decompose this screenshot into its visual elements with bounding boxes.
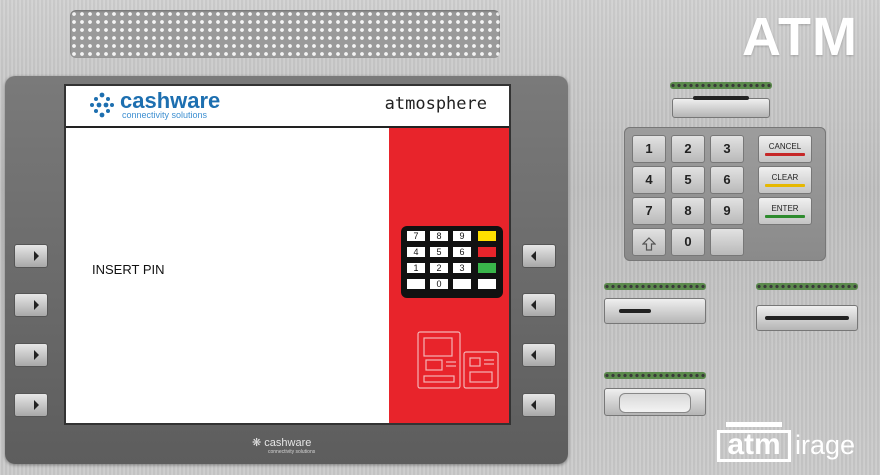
speaker-grille xyxy=(70,10,500,58)
atmirage-watermark: atm irage xyxy=(717,420,874,468)
blank-key[interactable] xyxy=(710,228,744,256)
enter-color-bar xyxy=(765,215,805,218)
atm-title: ATM xyxy=(742,7,858,67)
chevron-right-icon xyxy=(34,300,39,310)
enter-label: ENTER xyxy=(771,204,799,213)
key-7[interactable]: 7 xyxy=(632,197,666,225)
chevron-left-icon xyxy=(531,400,536,410)
mini-key xyxy=(406,278,426,290)
key-6[interactable]: 6 xyxy=(710,166,744,194)
chevron-left-icon xyxy=(531,350,536,360)
screen-header: cashware connectivity solutions atmosphe… xyxy=(66,86,509,128)
right-screen-button-2[interactable] xyxy=(522,293,556,317)
key-8[interactable]: 8 xyxy=(671,197,705,225)
bezel-brand-text: cashware xyxy=(264,437,312,449)
cashware-logo-icon xyxy=(90,92,114,118)
mini-enter-key xyxy=(477,262,497,274)
chevron-right-icon xyxy=(34,251,39,261)
card-reader-slot[interactable] xyxy=(672,96,770,118)
deposit-slot-opening xyxy=(619,393,691,413)
chevron-left-icon xyxy=(531,300,536,310)
cancel-button[interactable]: CANCEL xyxy=(758,135,812,163)
left-screen-button-2[interactable] xyxy=(14,293,48,317)
key-4[interactable]: 4 xyxy=(632,166,666,194)
cash-slot-opening xyxy=(619,309,651,313)
mini-clear-key xyxy=(477,246,497,258)
product-name: atmosphere xyxy=(384,94,487,114)
enter-button[interactable]: ENTER xyxy=(758,197,812,225)
deposit-slot-led xyxy=(604,372,706,379)
mini-key xyxy=(452,278,472,290)
mini-key: 1 xyxy=(406,262,426,274)
key-3[interactable]: 3 xyxy=(710,135,744,163)
card-reader-led xyxy=(670,82,772,89)
mini-cancel-key xyxy=(477,230,497,242)
clear-button[interactable]: CLEAR xyxy=(758,166,812,194)
atm-screen: cashware connectivity solutions atmosphe… xyxy=(64,84,511,425)
receipt-slot-led xyxy=(756,283,858,290)
chevron-left-icon xyxy=(531,251,536,261)
shift-key[interactable] xyxy=(632,228,666,256)
bezel-brand-tagline: connectivity solutions xyxy=(268,449,316,455)
chevron-right-icon xyxy=(34,400,39,410)
pinpad-illustration: 7 8 9 4 5 6 1 2 3 0 xyxy=(401,226,503,298)
key-0[interactable]: 0 xyxy=(671,228,705,256)
right-screen-button-4[interactable] xyxy=(522,393,556,417)
insert-pin-prompt: INSERT PIN xyxy=(92,262,165,277)
mini-key: 2 xyxy=(429,262,449,274)
clear-color-bar xyxy=(765,184,805,187)
cash-slot-led xyxy=(604,283,706,290)
mini-key: 0 xyxy=(429,278,449,290)
receipt-slot[interactable] xyxy=(756,305,858,331)
deposit-slot[interactable] xyxy=(604,388,706,416)
cancel-label: CANCEL xyxy=(768,142,802,151)
key-2[interactable]: 2 xyxy=(671,135,705,163)
atm-machine-icon xyxy=(417,331,499,389)
bezel-brand-name: ❋ cashware xyxy=(252,437,312,449)
mini-key: 5 xyxy=(429,246,449,258)
left-screen-button-3[interactable] xyxy=(14,343,48,367)
receipt-slot-opening xyxy=(765,316,849,320)
mini-key: 9 xyxy=(452,230,472,242)
left-screen-button-4[interactable] xyxy=(14,393,48,417)
card-slot-opening xyxy=(693,96,749,100)
cancel-color-bar xyxy=(765,153,805,156)
mini-key: 4 xyxy=(406,246,426,258)
cash-dispenser-slot[interactable] xyxy=(604,298,706,324)
right-screen-button-1[interactable] xyxy=(522,244,556,268)
mini-blank-key xyxy=(477,278,497,290)
mini-key: 6 xyxy=(452,246,472,258)
watermark-box-text: atm xyxy=(717,422,791,462)
up-arrow-icon xyxy=(641,237,657,251)
key-5[interactable]: 5 xyxy=(671,166,705,194)
left-screen-button-1[interactable] xyxy=(14,244,48,268)
mini-key: 8 xyxy=(429,230,449,242)
clear-label: CLEAR xyxy=(771,173,799,182)
key-9[interactable]: 9 xyxy=(710,197,744,225)
key-1[interactable]: 1 xyxy=(632,135,666,163)
mini-key: 7 xyxy=(406,230,426,242)
watermark-rest-text: irage xyxy=(795,430,856,460)
chevron-right-icon xyxy=(34,350,39,360)
right-screen-button-3[interactable] xyxy=(522,343,556,367)
pin-keypad: 1 2 3 4 5 6 7 8 9 0 CANCEL CLEAR ENTER xyxy=(624,127,826,261)
mini-key: 3 xyxy=(452,262,472,274)
brand-tagline: connectivity solutions xyxy=(122,110,208,120)
